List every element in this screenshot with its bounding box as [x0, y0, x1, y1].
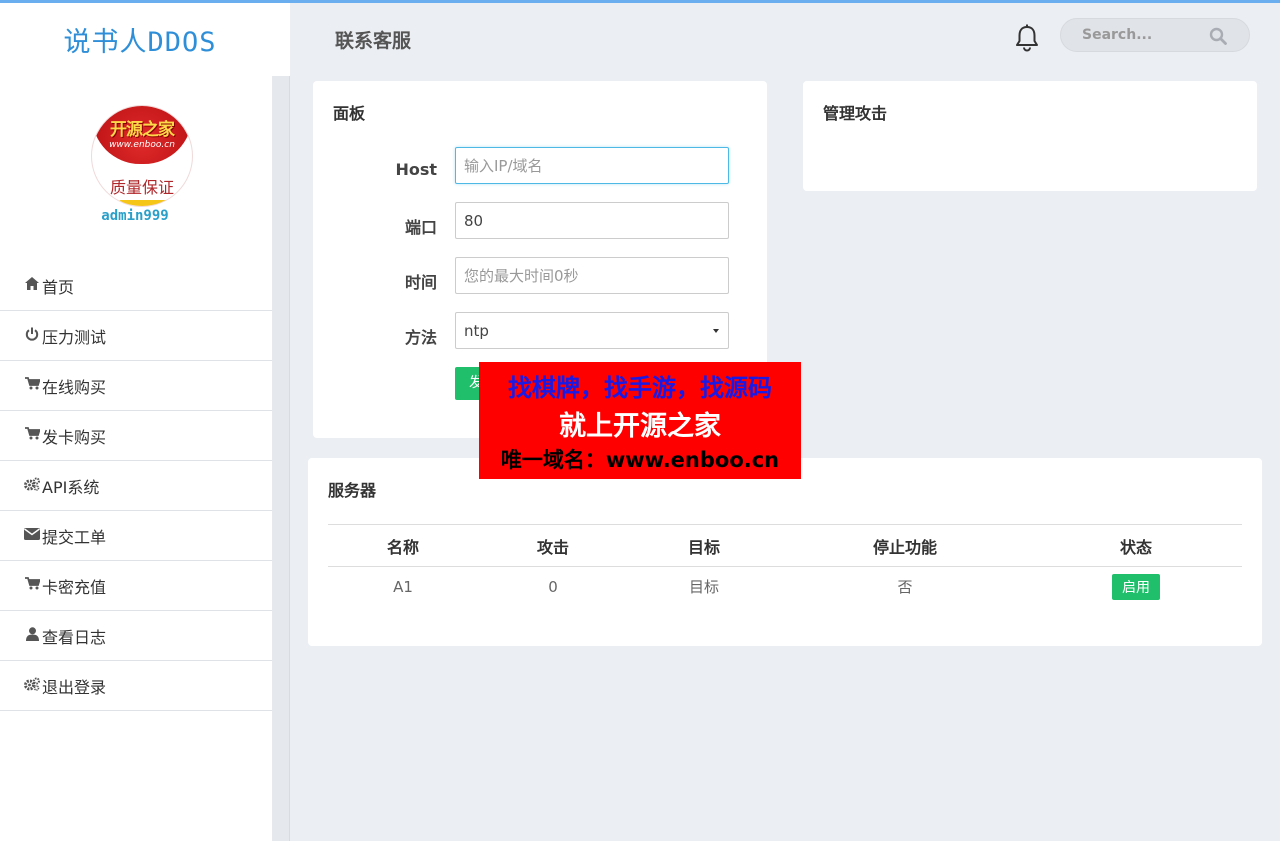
home-icon	[24, 277, 40, 294]
column-header-attacks: 攻击	[478, 524, 628, 567]
brand-title: 说书人DDOS	[63, 27, 217, 58]
search-box	[1060, 18, 1250, 52]
host-label: Host	[395, 160, 437, 179]
sidebar-item-label: 查看日志	[42, 627, 107, 647]
sidebar-item-online-purchase[interactable]: 在线购买	[0, 361, 272, 411]
sidebar-item-label: 在线购买	[42, 377, 107, 397]
method-value: ntp	[464, 321, 489, 340]
sidebar-item-label: 卡密充值	[42, 577, 107, 597]
ad-domain-prefix: 唯一域名：	[500, 448, 606, 472]
status-badge: 启用	[1112, 573, 1160, 600]
sidebar-item-submit-ticket[interactable]: 提交工单	[0, 511, 272, 561]
cart-icon	[24, 427, 41, 444]
sidebar-scroll-gutter	[272, 76, 290, 841]
servers-card: 服务器 名称 攻击 目标 停止功能 状态 A1 0 目标 否 启用	[308, 458, 1262, 646]
chevron-down-icon	[713, 329, 719, 333]
card-title: 管理攻击	[823, 104, 888, 123]
ad-line-1: 找棋牌，找手游，找源码	[508, 374, 772, 402]
avatar-logo-title: 开源之家	[110, 120, 175, 140]
envelope-icon	[24, 527, 40, 544]
sidebar-item-label: 发卡购买	[42, 427, 107, 447]
cell-target: 目标	[688, 578, 719, 597]
method-label: 方法	[404, 328, 437, 347]
sidebar-item-view-logs[interactable]: 查看日志	[0, 611, 272, 661]
column-header-stop: 停止功能	[780, 524, 1030, 567]
username: admin999	[101, 208, 169, 224]
avatar-logo-sub: 质量保证	[109, 178, 174, 197]
sidebar-item-label: 首页	[42, 277, 75, 297]
port-input[interactable]: 80	[455, 202, 729, 239]
sidebar-item-home[interactable]: 首页	[0, 261, 272, 311]
search-icon[interactable]	[1209, 27, 1227, 45]
time-input[interactable]	[455, 257, 729, 294]
host-input[interactable]	[455, 147, 729, 184]
sidebar-item-card-recharge[interactable]: 卡密充值	[0, 561, 272, 611]
sidebar-item-stress-test[interactable]: 压力测试	[0, 311, 272, 361]
port-label: 端口	[404, 218, 437, 237]
cell-stop: 否	[897, 578, 913, 597]
avatar-logo-stripe	[118, 200, 168, 206]
method-select[interactable]: ntp	[455, 312, 729, 349]
column-header-name: 名称	[328, 524, 478, 567]
avatar: 开源之家 www.enboo.cn 质量保证	[91, 105, 193, 207]
brand-header[interactable]: 说书人DDOS	[0, 3, 290, 76]
sidebar-item-label: 退出登录	[42, 677, 107, 697]
cart-icon	[24, 377, 41, 394]
gears-icon	[24, 477, 40, 495]
avatar-logo-url: www.enboo.cn	[109, 140, 175, 150]
time-label: 时间	[404, 273, 437, 292]
contact-support-link[interactable]: 联系客服	[335, 26, 411, 53]
cell-attacks: 0	[548, 577, 558, 596]
column-header-target: 目标	[628, 524, 780, 567]
servers-table: 名称 攻击 目标 停止功能 状态 A1 0 目标 否 启用	[328, 524, 1242, 607]
sidebar-menu: 首页 压力测试 在线购买 发卡购买 API系统 提交工单 卡密充值 查看日志 退…	[0, 261, 272, 711]
manage-attack-card: 管理攻击	[803, 81, 1257, 191]
sidebar-item-api-system[interactable]: API系统	[0, 461, 272, 511]
card-title: 面板	[333, 104, 366, 123]
table-row: A1 0 目标 否 启用	[328, 567, 1242, 607]
bell-icon[interactable]	[1014, 24, 1040, 52]
sidebar-item-label: API系统	[42, 477, 100, 497]
sidebar-item-logout[interactable]: 退出登录	[0, 661, 272, 711]
ad-banner[interactable]: 找棋牌，找手游，找源码 就上开源之家 唯一域名：www.enboo.cn	[479, 362, 801, 479]
power-icon	[24, 327, 40, 345]
column-header-status: 状态	[1030, 524, 1242, 567]
table-header-row: 名称 攻击 目标 停止功能 状态	[328, 524, 1242, 567]
sidebar-item-label: 提交工单	[42, 527, 107, 547]
ad-line-3: 唯一域名：www.enboo.cn	[479, 444, 801, 474]
ad-domain-url: www.enboo.cn	[605, 448, 780, 472]
profile-area: 开源之家 www.enboo.cn 质量保证 admin999	[0, 76, 272, 261]
sidebar-item-card-purchase[interactable]: 发卡购买	[0, 411, 272, 461]
gears-icon	[24, 677, 40, 695]
sidebar-item-label: 压力测试	[42, 327, 107, 347]
port-value: 80	[464, 211, 484, 230]
sidebar: 开源之家 www.enboo.cn 质量保证 admin999 首页 压力测试 …	[0, 76, 272, 841]
search-input[interactable]	[1082, 27, 1222, 43]
cell-status: 启用	[1030, 567, 1242, 607]
user-icon	[24, 626, 40, 645]
cell-name: A1	[393, 577, 413, 596]
cart-icon	[24, 577, 41, 594]
card-title: 服务器	[328, 481, 377, 500]
ad-line-2: 就上开源之家	[559, 411, 721, 442]
